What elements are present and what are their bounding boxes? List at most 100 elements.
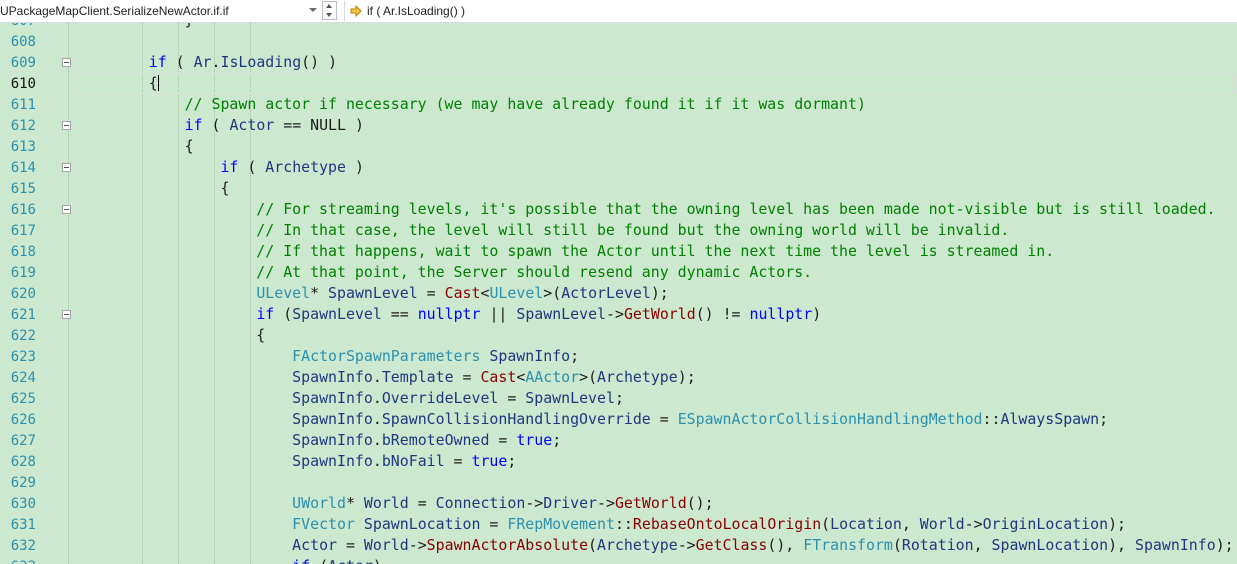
collapse-toggle-icon[interactable] [62,163,71,172]
code-token: ActorLevel [561,284,651,302]
code-line[interactable]: 630 UWorld* World = Connection->Driver->… [0,493,1237,514]
code-token: Archetype [597,536,678,554]
code-text[interactable]: // In that case, the level will still be… [75,220,1237,241]
code-text[interactable]: { [75,325,1237,346]
code-line[interactable]: 612 if ( Actor == NULL ) [0,115,1237,136]
scope-dropdown[interactable]: UPackageMapClient.SerializeNewActor.if.i… [0,1,320,21]
code-line[interactable]: 627 SpawnInfo.bRemoteOwned = true; [0,430,1237,451]
arrow-up-icon[interactable] [326,4,332,8]
code-token: IsLoading [220,53,302,71]
code-text[interactable]: SpawnInfo.bRemoteOwned = true; [75,430,1237,451]
code-token: ) [345,158,364,176]
code-token: ; [552,431,562,449]
code-editor[interactable]: 607 }608609 if ( Ar.IsLoading() )610 {61… [0,23,1237,564]
code-line[interactable]: 614 if ( Archetype ) [0,157,1237,178]
code-text[interactable]: if (SpawnLevel == nullptr || SpawnLevel-… [75,304,1237,325]
chevron-down-icon[interactable] [309,8,317,12]
code-token: Archetype [265,158,346,176]
code-line[interactable]: 628 SpawnInfo.bNoFail = true; [0,451,1237,472]
code-line[interactable]: 608 [0,31,1237,52]
code-text[interactable]: SpawnInfo.Template = Cast<AActor>(Archet… [75,367,1237,388]
code-text[interactable]: UWorld* World = Connection->Driver->GetW… [75,493,1237,514]
code-token: Actor [229,116,275,134]
code-line[interactable]: 610 { [0,73,1237,94]
code-text[interactable]: // At that point, the Server should rese… [75,262,1237,283]
code-token: SpawnLocation [363,515,481,533]
code-text[interactable]: // If that happens, wait to spawn the Ac… [75,241,1237,262]
code-line[interactable]: 631 FVector SpawnLocation = FRepMovement… [0,514,1237,535]
code-line[interactable]: 633 if (Actor) [0,556,1237,564]
code-token: if [292,557,310,564]
code-token: AlwaysSpawn [1000,410,1100,428]
code-line[interactable]: 616 // For streaming levels, it's possib… [0,199,1237,220]
code-text[interactable]: if ( Ar.IsLoading() ) [75,52,1237,73]
arrow-down-icon[interactable] [326,13,332,17]
scope-spinner[interactable] [322,1,337,20]
code-line[interactable]: 620 ULevel* SpawnLevel = Cast<ULevel>(Ac… [0,283,1237,304]
code-token: bNoFail [381,452,445,470]
code-line[interactable]: 623 FActorSpawnParameters SpawnInfo; [0,346,1237,367]
code-text[interactable]: Actor = World->SpawnActorAbsolute(Archet… [75,535,1237,556]
code-text[interactable]: { [75,136,1237,157]
collapse-toggle-icon[interactable] [62,310,71,319]
code-line[interactable]: 609 if ( Ar.IsLoading() ) [0,52,1237,73]
code-line[interactable]: 615 { [0,178,1237,199]
code-line[interactable]: 611 // Spawn actor if necessary (we may … [0,94,1237,115]
code-token: true [516,431,553,449]
code-line[interactable]: 617 // In that case, the level will stil… [0,220,1237,241]
code-token: ) [812,305,822,323]
line-number: 615 [10,181,36,197]
code-text[interactable]: // For streaming levels, it's possible t… [75,199,1237,220]
code-line[interactable]: 619 // At that point, the Server should … [0,262,1237,283]
code-line[interactable]: 618 // If that happens, wait to spawn th… [0,241,1237,262]
code-token: ); [1108,515,1127,533]
code-text[interactable]: ULevel* SpawnLevel = Cast<ULevel>(ActorL… [75,283,1237,304]
code-token: if [256,305,275,323]
code-line[interactable]: 622 { [0,325,1237,346]
line-number: 626 [10,412,36,428]
code-text[interactable]: SpawnInfo.OverrideLevel = SpawnLevel; [75,388,1237,409]
code-text[interactable]: SpawnInfo.SpawnCollisionHandlingOverride… [75,409,1237,430]
line-number: 608 [10,34,36,50]
collapse-toggle-icon[interactable] [62,205,71,214]
code-token: AActor [525,368,580,386]
code-text[interactable]: FActorSpawnParameters SpawnInfo; [75,346,1237,367]
code-token: >( [543,284,562,302]
code-token: < [516,368,526,386]
code-line[interactable]: 625 SpawnInfo.OverrideLevel = SpawnLevel… [0,388,1237,409]
code-text[interactable]: { [75,73,1237,94]
code-text[interactable]: if ( Archetype ) [75,157,1237,178]
code-line[interactable]: 632 Actor = World->SpawnActorAbsolute(Ar… [0,535,1237,556]
code-text[interactable]: { [75,178,1237,199]
code-text[interactable]: if (Actor) [75,556,1237,564]
code-token: . [372,410,382,428]
code-line[interactable]: 621 if (SpawnLevel == nullptr || SpawnLe… [0,304,1237,325]
code-text[interactable] [75,31,1237,52]
code-text[interactable]: if ( Actor == NULL ) [75,115,1237,136]
member-dropdown[interactable]: if ( Ar.IsLoading() ) [344,1,1237,21]
code-text[interactable]: // Spawn actor if necessary (we may have… [75,94,1237,115]
line-number: 619 [10,265,36,281]
code-text[interactable]: SpawnInfo.bNoFail = true; [75,451,1237,472]
code-line[interactable]: 624 SpawnInfo.Template = Cast<AActor>(Ar… [0,367,1237,388]
code-token: Cast [480,368,517,386]
collapse-toggle-icon[interactable] [62,121,71,130]
code-line[interactable]: 613 { [0,136,1237,157]
collapse-toggle-icon[interactable] [62,58,71,67]
code-token: . [372,452,382,470]
code-token: Actor [328,557,373,564]
code-text[interactable]: } [75,23,1237,31]
code-token: ( [166,53,194,71]
code-token: SpawnInfo [489,347,571,365]
code-line[interactable]: 607 } [0,23,1237,31]
code-text[interactable]: FVector SpawnLocation = FRepMovement::Re… [75,514,1237,535]
code-line[interactable]: 629 [0,472,1237,493]
code-line[interactable]: 626 SpawnInfo.SpawnCollisionHandlingOver… [0,409,1237,430]
code-text[interactable] [75,472,1237,493]
member-dropdown-value: if ( Ar.IsLoading() ) [367,4,466,18]
code-token: World [363,494,409,512]
